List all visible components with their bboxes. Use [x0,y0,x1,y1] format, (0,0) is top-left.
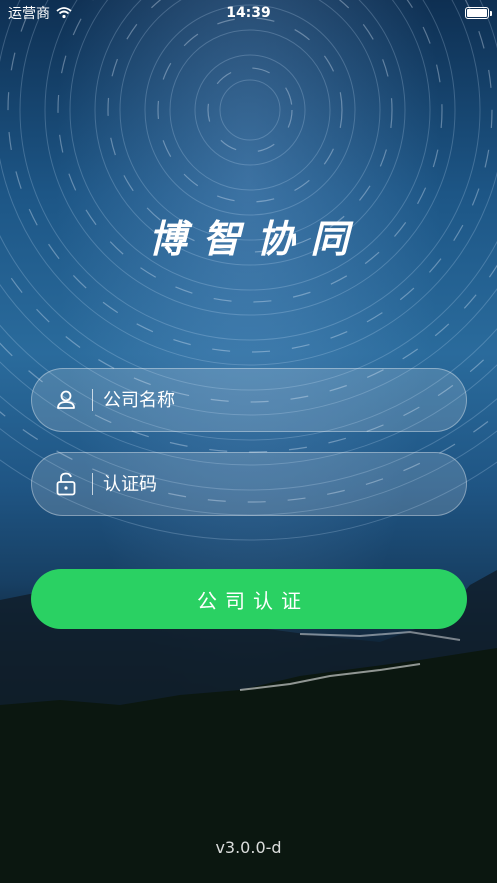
auth-code-input[interactable] [103,473,466,495]
company-name-input[interactable] [103,389,466,411]
company-name-field[interactable] [31,368,467,432]
status-time: 14:39 [226,5,271,21]
app-title: 博智协同 [148,217,365,261]
field-divider [92,389,93,411]
lock-icon [54,472,78,496]
version-label: v3.0.0-d [215,838,282,857]
login-screen: 运营商 14:39 博智协同 公司名称 认证码 公司认证 v3.0.0-d [0,0,497,883]
star-trail-background [0,0,497,883]
field-divider [92,473,93,495]
company-auth-button[interactable]: 公司认证 [31,569,467,629]
auth-code-field[interactable] [31,452,467,516]
user-icon [54,388,78,412]
